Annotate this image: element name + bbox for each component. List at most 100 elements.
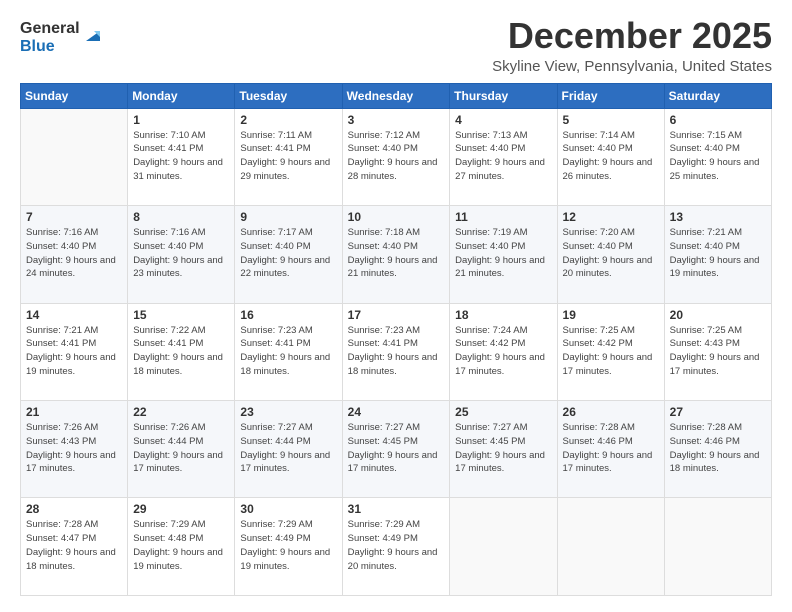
daylight-text: Daylight: 9 hours and 18 minutes. — [348, 352, 438, 377]
daylight-text: Daylight: 9 hours and 26 minutes. — [563, 157, 653, 182]
daylight-text: Daylight: 9 hours and 27 minutes. — [455, 157, 545, 182]
daylight-text: Daylight: 9 hours and 19 minutes. — [133, 547, 223, 572]
table-row: 25 Sunrise: 7:27 AM Sunset: 4:45 PM Dayl… — [450, 401, 557, 498]
day-info: Sunrise: 7:29 AM Sunset: 4:49 PM Dayligh… — [348, 518, 445, 573]
sunset-text: Sunset: 4:42 PM — [455, 338, 525, 349]
daylight-text: Daylight: 9 hours and 17 minutes. — [26, 450, 116, 475]
day-info: Sunrise: 7:23 AM Sunset: 4:41 PM Dayligh… — [348, 324, 445, 379]
table-row: 22 Sunrise: 7:26 AM Sunset: 4:44 PM Dayl… — [128, 401, 235, 498]
day-info: Sunrise: 7:13 AM Sunset: 4:40 PM Dayligh… — [455, 129, 551, 184]
day-number: 17 — [348, 308, 445, 322]
day-number: 23 — [240, 405, 336, 419]
sunrise-text: Sunrise: 7:16 AM — [26, 227, 98, 238]
table-row: 9 Sunrise: 7:17 AM Sunset: 4:40 PM Dayli… — [235, 206, 342, 303]
day-info: Sunrise: 7:17 AM Sunset: 4:40 PM Dayligh… — [240, 226, 336, 281]
day-info: Sunrise: 7:18 AM Sunset: 4:40 PM Dayligh… — [348, 226, 445, 281]
day-number: 9 — [240, 210, 336, 224]
sunset-text: Sunset: 4:40 PM — [26, 241, 96, 252]
daylight-text: Daylight: 9 hours and 17 minutes. — [455, 450, 545, 475]
daylight-text: Daylight: 9 hours and 29 minutes. — [240, 157, 330, 182]
table-row: 8 Sunrise: 7:16 AM Sunset: 4:40 PM Dayli… — [128, 206, 235, 303]
table-row: 17 Sunrise: 7:23 AM Sunset: 4:41 PM Dayl… — [342, 303, 450, 400]
day-number: 26 — [563, 405, 659, 419]
day-number: 14 — [26, 308, 122, 322]
daylight-text: Daylight: 9 hours and 19 minutes. — [26, 352, 116, 377]
daylight-text: Daylight: 9 hours and 21 minutes. — [455, 255, 545, 280]
sunset-text: Sunset: 4:42 PM — [563, 338, 633, 349]
sunset-text: Sunset: 4:41 PM — [240, 338, 310, 349]
sunset-text: Sunset: 4:40 PM — [455, 241, 525, 252]
day-info: Sunrise: 7:25 AM Sunset: 4:42 PM Dayligh… — [563, 324, 659, 379]
sunset-text: Sunset: 4:46 PM — [670, 436, 740, 447]
sunrise-text: Sunrise: 7:16 AM — [133, 227, 205, 238]
sunset-text: Sunset: 4:45 PM — [348, 436, 418, 447]
sunset-text: Sunset: 4:40 PM — [348, 143, 418, 154]
calendar-header-row: Sunday Monday Tuesday Wednesday Thursday… — [21, 83, 772, 108]
sunrise-text: Sunrise: 7:19 AM — [455, 227, 527, 238]
day-info: Sunrise: 7:28 AM Sunset: 4:46 PM Dayligh… — [563, 421, 659, 476]
sunrise-text: Sunrise: 7:21 AM — [26, 325, 98, 336]
table-row: 26 Sunrise: 7:28 AM Sunset: 4:46 PM Dayl… — [557, 401, 664, 498]
sunrise-text: Sunrise: 7:14 AM — [563, 130, 635, 141]
sunrise-text: Sunrise: 7:26 AM — [133, 422, 205, 433]
table-row: 5 Sunrise: 7:14 AM Sunset: 4:40 PM Dayli… — [557, 108, 664, 205]
header-tuesday: Tuesday — [235, 83, 342, 108]
day-info: Sunrise: 7:26 AM Sunset: 4:44 PM Dayligh… — [133, 421, 229, 476]
sunset-text: Sunset: 4:40 PM — [563, 241, 633, 252]
daylight-text: Daylight: 9 hours and 17 minutes. — [240, 450, 330, 475]
table-row: 21 Sunrise: 7:26 AM Sunset: 4:43 PM Dayl… — [21, 401, 128, 498]
sunrise-text: Sunrise: 7:25 AM — [563, 325, 635, 336]
daylight-text: Daylight: 9 hours and 20 minutes. — [348, 547, 438, 572]
table-row: 1 Sunrise: 7:10 AM Sunset: 4:41 PM Dayli… — [128, 108, 235, 205]
sunset-text: Sunset: 4:43 PM — [26, 436, 96, 447]
sunset-text: Sunset: 4:44 PM — [133, 436, 203, 447]
table-row: 2 Sunrise: 7:11 AM Sunset: 4:41 PM Dayli… — [235, 108, 342, 205]
calendar-week-5: 28 Sunrise: 7:28 AM Sunset: 4:47 PM Dayl… — [21, 498, 772, 596]
day-number: 16 — [240, 308, 336, 322]
sunset-text: Sunset: 4:40 PM — [348, 241, 418, 252]
table-row: 11 Sunrise: 7:19 AM Sunset: 4:40 PM Dayl… — [450, 206, 557, 303]
day-number: 20 — [670, 308, 766, 322]
header-thursday: Thursday — [450, 83, 557, 108]
daylight-text: Daylight: 9 hours and 17 minutes. — [563, 450, 653, 475]
day-info: Sunrise: 7:28 AM Sunset: 4:47 PM Dayligh… — [26, 518, 122, 573]
sunset-text: Sunset: 4:41 PM — [240, 143, 310, 154]
sunset-text: Sunset: 4:40 PM — [563, 143, 633, 154]
sunset-text: Sunset: 4:40 PM — [455, 143, 525, 154]
sunset-text: Sunset: 4:40 PM — [240, 241, 310, 252]
day-info: Sunrise: 7:23 AM Sunset: 4:41 PM Dayligh… — [240, 324, 336, 379]
sunrise-text: Sunrise: 7:28 AM — [26, 519, 98, 530]
logo: General Blue — [20, 20, 104, 57]
sunset-text: Sunset: 4:45 PM — [455, 436, 525, 447]
table-row: 28 Sunrise: 7:28 AM Sunset: 4:47 PM Dayl… — [21, 498, 128, 596]
table-row: 13 Sunrise: 7:21 AM Sunset: 4:40 PM Dayl… — [664, 206, 771, 303]
day-info: Sunrise: 7:27 AM Sunset: 4:45 PM Dayligh… — [348, 421, 445, 476]
sunset-text: Sunset: 4:47 PM — [26, 533, 96, 544]
calendar-table: Sunday Monday Tuesday Wednesday Thursday… — [20, 83, 772, 596]
sunrise-text: Sunrise: 7:27 AM — [348, 422, 420, 433]
day-number: 5 — [563, 113, 659, 127]
day-info: Sunrise: 7:16 AM Sunset: 4:40 PM Dayligh… — [133, 226, 229, 281]
day-number: 22 — [133, 405, 229, 419]
table-row: 10 Sunrise: 7:18 AM Sunset: 4:40 PM Dayl… — [342, 206, 450, 303]
sunrise-text: Sunrise: 7:21 AM — [670, 227, 742, 238]
sunrise-text: Sunrise: 7:17 AM — [240, 227, 312, 238]
day-number: 30 — [240, 502, 336, 516]
daylight-text: Daylight: 9 hours and 17 minutes. — [455, 352, 545, 377]
table-row — [21, 108, 128, 205]
day-number: 8 — [133, 210, 229, 224]
table-row: 15 Sunrise: 7:22 AM Sunset: 4:41 PM Dayl… — [128, 303, 235, 400]
day-info: Sunrise: 7:15 AM Sunset: 4:40 PM Dayligh… — [670, 129, 766, 184]
sunrise-text: Sunrise: 7:29 AM — [240, 519, 312, 530]
sunrise-text: Sunrise: 7:29 AM — [348, 519, 420, 530]
sunrise-text: Sunrise: 7:27 AM — [240, 422, 312, 433]
header-wednesday: Wednesday — [342, 83, 450, 108]
sunset-text: Sunset: 4:40 PM — [133, 241, 203, 252]
title-section: December 2025 Skyline View, Pennsylvania… — [492, 16, 772, 75]
sunrise-text: Sunrise: 7:11 AM — [240, 130, 312, 141]
daylight-text: Daylight: 9 hours and 18 minutes. — [670, 450, 760, 475]
daylight-text: Daylight: 9 hours and 19 minutes. — [240, 547, 330, 572]
table-row — [557, 498, 664, 596]
day-info: Sunrise: 7:16 AM Sunset: 4:40 PM Dayligh… — [26, 226, 122, 281]
location: Skyline View, Pennsylvania, United State… — [492, 58, 772, 75]
